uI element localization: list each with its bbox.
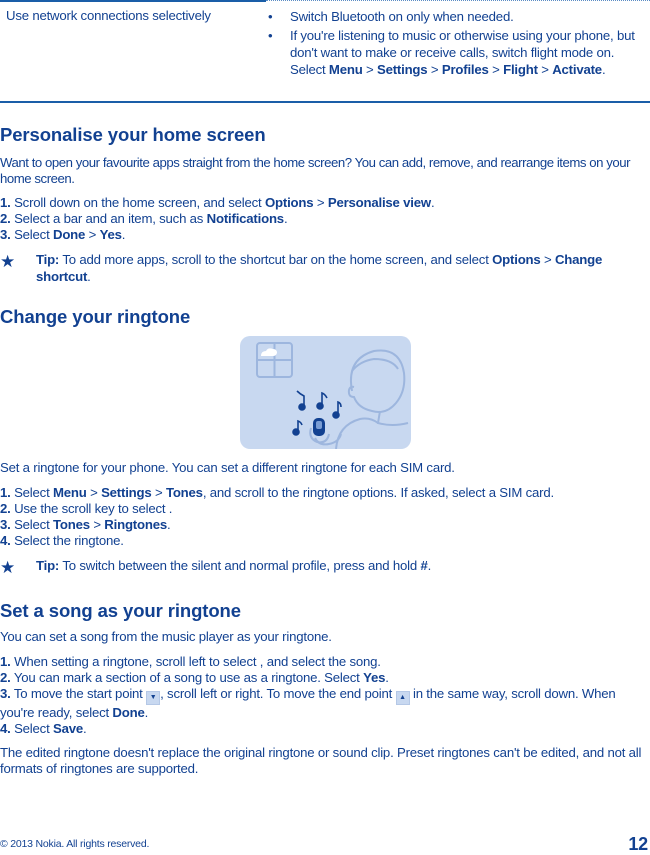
step-item: 4. Select the ringtone. [0,533,124,548]
step-item: 3. Select Done > Yes. [0,227,126,242]
table-cell-topic: Use network connections selectively [6,8,211,23]
end-point-marker-icon: ▲ [395,691,410,705]
section-heading: Change your ringtone [0,306,191,327]
ringtone-illustration [240,336,411,449]
section-outro: The edited ringtone doesn't replace the … [0,745,642,776]
steps-list: 1. When setting a ringtone, scroll left … [0,654,650,737]
section-heading: Set a song as your ringtone [0,600,241,621]
step-item: 1. Select Menu > Settings > Tones, and s… [0,485,554,500]
star-icon: ★ [0,558,16,577]
tip-text: Tip: To add more apps, scroll to the sho… [36,252,603,284]
table-top-dotted-rule [266,0,650,1]
section-intro: You can set a song from the music player… [0,629,332,644]
power-saving-table: Use network connections selectively • Sw… [0,0,650,103]
section-intro: Want to open your favourite apps straigh… [0,155,631,186]
tip-text: Tip: To switch between the silent and no… [36,558,432,573]
step-item: 2. Use the scroll key to select . [0,501,173,516]
star-icon: ★ [0,252,16,271]
section-intro: Set a ringtone for your phone. You can s… [0,460,455,475]
step-item: 1. When setting a ringtone, scroll left … [0,654,381,669]
table-top-rule [0,0,266,2]
table-bottom-rule [0,101,650,103]
tip-box: ★ Tip: To switch between the silent and … [0,557,650,577]
start-point-marker-icon: ▼ [146,691,161,705]
step-item: 2. You can mark a section of a song to u… [0,670,389,685]
bullet-item: • If you're listening to music or otherw… [268,28,635,77]
tip-box: ★ Tip: To add more apps, scroll to the s… [0,251,650,285]
bullet-icon: • [268,28,273,43]
page-number: 12 [628,834,648,854]
step-item: 3. Select Tones > Ringtones. [0,517,171,532]
step-item: 3. To move the start point ▼, scroll lef… [0,686,616,720]
section-heading: Personalise your home screen [0,124,266,145]
step-item: 1. Scroll down on the home screen, and s… [0,195,435,210]
step-item: 2. Select a bar and an item, such as Not… [0,211,288,226]
step-item: 4. Select Save. [0,721,87,736]
table-cell-tips: • Switch Bluetooth on only when needed. … [268,8,648,80]
steps-list: 1. Select Menu > Settings > Tones, and s… [0,485,650,549]
steps-list: 1. Scroll down on the home screen, and s… [0,195,650,243]
bullet-item: • Switch Bluetooth on only when needed. [268,9,514,24]
bullet-icon: • [268,9,273,24]
copyright-footer: © 2013 Nokia. All rights reserved. [0,838,150,850]
